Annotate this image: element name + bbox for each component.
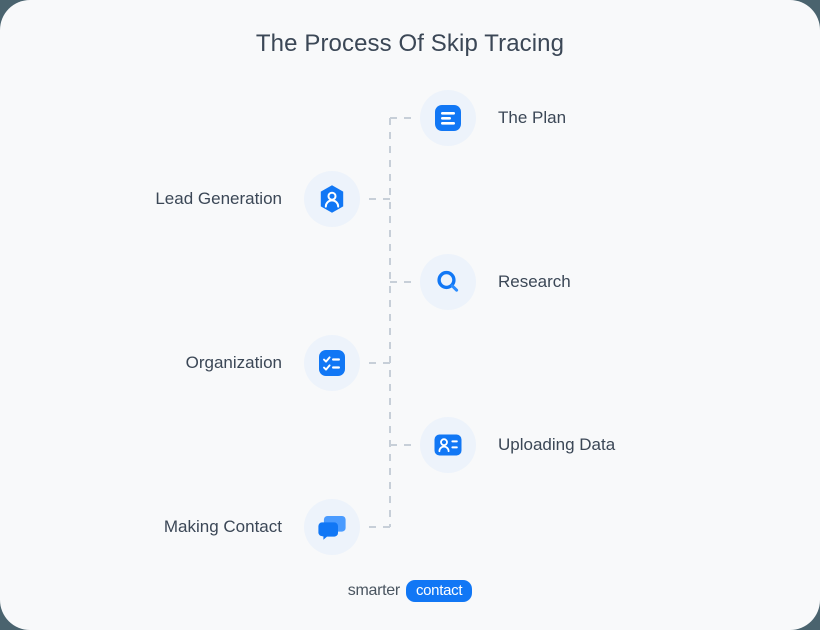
magnifier-icon (437, 270, 459, 292)
document-lines-icon (435, 105, 461, 131)
infographic-card: The Process Of Skip Tracing The Plan Lea… (0, 0, 820, 630)
icon-halo (304, 171, 360, 227)
logo-word-smarter: smarter (347, 582, 400, 599)
step-the-plan[interactable]: The Plan (390, 90, 566, 146)
step-label: Making Contact (163, 517, 282, 536)
icon-halo (304, 335, 360, 391)
brand-logo: smarter contact (0, 580, 820, 602)
step-organization[interactable]: Organization (186, 335, 390, 391)
step-label: Organization (185, 353, 282, 372)
step-label: The Plan (498, 108, 567, 127)
step-label: Lead Generation (155, 189, 282, 208)
icon-halo (420, 417, 476, 473)
chat-bubbles-icon (318, 516, 346, 540)
step-making-contact[interactable]: Making Contact (164, 499, 390, 555)
icon-halo (420, 254, 476, 310)
logo-word-contact: contact (405, 580, 473, 602)
icon-halo (420, 90, 476, 146)
step-research[interactable]: Research (390, 254, 571, 310)
checklist-icon (319, 350, 345, 376)
step-uploading-data[interactable]: Uploading Data (390, 417, 615, 473)
step-label: Uploading Data (498, 435, 616, 454)
id-card-icon (434, 434, 462, 456)
step-label: Research (498, 272, 571, 291)
step-lead-generation[interactable]: Lead Generation (155, 171, 390, 227)
person-hexagon-icon (320, 185, 344, 213)
icon-halo (304, 499, 360, 555)
page-title: The Process Of Skip Tracing (255, 30, 565, 57)
